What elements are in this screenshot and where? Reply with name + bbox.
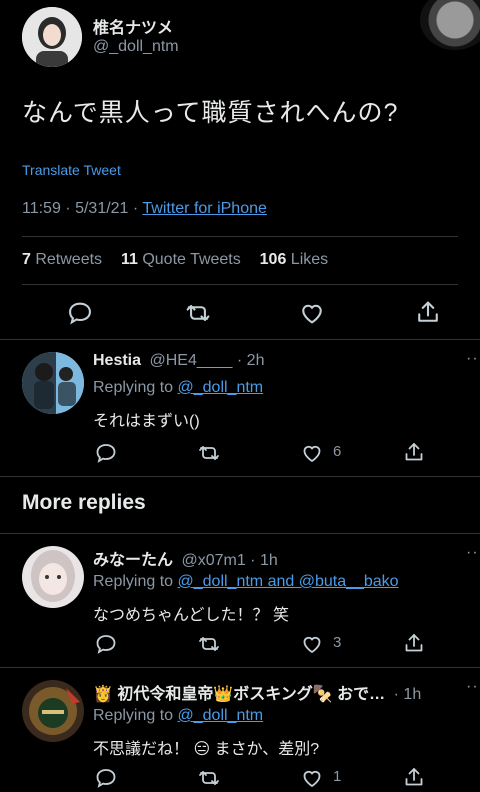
author-avatar[interactable]: [22, 7, 82, 67]
reply-avatar[interactable]: [22, 546, 84, 608]
likes-stat[interactable]: 106 Likes: [260, 251, 329, 268]
replying-to-prefix: Replying to: [93, 379, 178, 396]
reply-more-icon[interactable]: ··: [466, 678, 479, 696]
share-icon[interactable]: [414, 298, 442, 326]
replying-to-prefix: Replying to: [93, 707, 178, 724]
replying-to: Replying to @_doll_ntm and @buta__bako: [93, 573, 399, 591]
retweet-icon[interactable]: [196, 766, 222, 790]
replying-to: Replying to @_doll_ntm: [93, 379, 263, 397]
reply-avatar[interactable]: [22, 352, 84, 414]
reply-handle-time[interactable]: · 1h: [394, 686, 422, 703]
tweet-client-link[interactable]: Twitter for iPhone: [142, 200, 267, 217]
like-heart-icon[interactable]: [300, 632, 324, 656]
reply-icon[interactable]: [66, 299, 94, 327]
more-replies-heading: More replies: [22, 491, 146, 514]
reply-icon[interactable]: [94, 766, 118, 790]
replying-to-prefix: Replying to: [93, 573, 178, 590]
reply-display-name[interactable]: 👸 初代令和皇帝👑ボスキング🍢 おで…: [93, 686, 385, 703]
reply-text: それはまずい(): [93, 413, 200, 430]
tweet-timestamp: 11:59 · 5/31/21 · Twitter for iPhone: [22, 200, 267, 218]
divider: [22, 284, 458, 285]
share-icon[interactable]: [402, 765, 426, 789]
replying-to-link[interactable]: @_doll_ntm: [178, 707, 264, 724]
retweet-icon[interactable]: [183, 299, 213, 327]
divider: [0, 476, 480, 477]
replying-to: Replying to @_doll_ntm: [93, 707, 263, 725]
reply-header: みなーたん @x07m1 · 1h: [93, 546, 278, 570]
divider: [22, 236, 458, 237]
divider: [0, 667, 480, 668]
like-heart-icon[interactable]: [298, 299, 326, 327]
reply-text: なつめちゃんどした！？ 笑: [93, 607, 289, 624]
reply-handle-time[interactable]: @HE4____ · 2h: [149, 352, 264, 369]
tweet-stats: 7 Retweets 11 Quote Tweets 106 Likes: [22, 251, 328, 269]
reply-display-name[interactable]: Hestia: [93, 352, 141, 369]
replying-to-link[interactable]: @_doll_ntm: [178, 379, 264, 396]
like-count: 1: [333, 768, 342, 785]
author-display-name[interactable]: 椎名ナツメ: [93, 14, 173, 38]
quote-tweets-stat[interactable]: 11 Quote Tweets: [121, 251, 241, 268]
divider: [0, 339, 480, 340]
divider: [0, 533, 480, 534]
like-count: 6: [333, 443, 342, 460]
timestamp-text: 11:59 · 5/31/21 ·: [22, 200, 143, 217]
screen-overlay-button[interactable]: [420, 0, 480, 50]
like-heart-icon[interactable]: [300, 441, 324, 465]
translate-tweet-link[interactable]: Translate Tweet: [22, 162, 121, 178]
reply-header: 👸 初代令和皇帝👑ボスキング🍢 おで… · 1h: [93, 680, 463, 704]
reply-more-icon[interactable]: ··: [466, 544, 479, 562]
like-heart-icon[interactable]: [300, 766, 324, 790]
share-icon[interactable]: [402, 440, 426, 464]
reply-display-name[interactable]: みなーたん: [93, 552, 173, 569]
share-icon[interactable]: [402, 631, 426, 655]
reply-text: 不思議だね！ 😑 まさか、差別?: [93, 741, 320, 758]
reply-icon[interactable]: [94, 632, 118, 656]
reply-header: Hestia @HE4____ · 2h: [93, 352, 264, 370]
reply-more-icon[interactable]: ··: [466, 350, 479, 368]
author-handle[interactable]: @_doll_ntm: [93, 38, 179, 56]
reply-avatar[interactable]: [22, 680, 84, 742]
retweet-icon[interactable]: [196, 632, 222, 656]
replying-to-link[interactable]: @_doll_ntm and @buta__bako: [178, 573, 399, 590]
reply-handle-time[interactable]: @x07m1 · 1h: [181, 552, 277, 569]
retweets-stat[interactable]: 7 Retweets: [22, 251, 102, 268]
tweet-text: なんで黒人って職質されへんの?: [22, 99, 399, 127]
like-count: 3: [333, 634, 342, 651]
reply-icon[interactable]: [94, 441, 118, 465]
retweet-icon[interactable]: [196, 441, 222, 465]
